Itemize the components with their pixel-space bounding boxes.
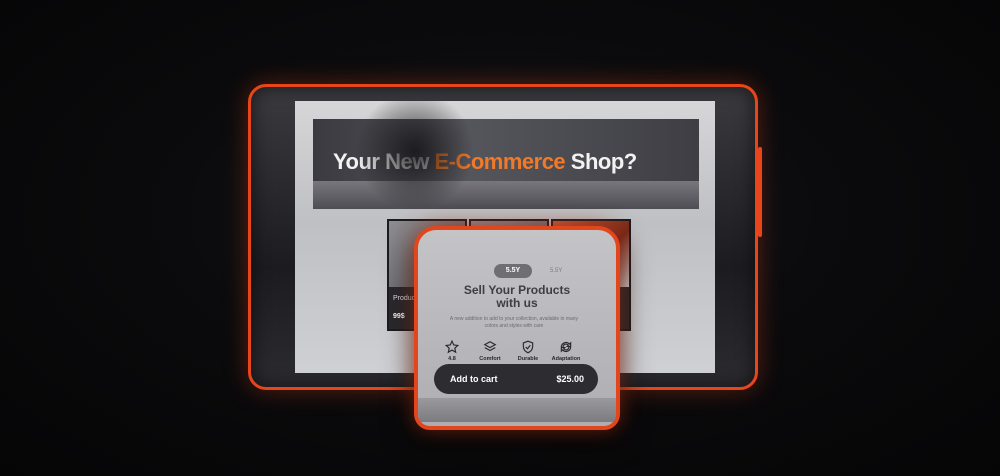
refresh-icon (560, 341, 572, 353)
screen-reflection (355, 101, 475, 211)
size-option[interactable]: 5.5Y (550, 268, 562, 274)
feature-comfort: Comfort (472, 340, 508, 362)
mockup-scene: Your New E-Commerce Shop? Product 1 99$ (0, 0, 1000, 476)
feature-label: Durable (517, 356, 539, 362)
product-price: 99$ (393, 313, 405, 320)
feature-label: Adaptation (551, 356, 581, 362)
layers-icon (483, 341, 497, 352)
size-pill-selected[interactable]: 5.5Y (494, 264, 532, 278)
feature-rating: 4.8 (434, 340, 470, 362)
star-icon (445, 340, 459, 354)
phone-bottom-bezel (418, 398, 616, 422)
add-to-cart-button[interactable]: Add to cart $25.00 (434, 364, 598, 394)
feature-adaptation: Adaptation (548, 340, 584, 362)
phone-title: Sell Your Products with us (418, 284, 616, 310)
shield-icon (522, 340, 534, 354)
hero-title-suffix: Shop? (565, 149, 637, 174)
feature-label: 4.8 (448, 356, 456, 362)
product-description: A new addition to add to your collection… (449, 316, 579, 329)
feature-durable: Durable (510, 340, 546, 362)
phone-device: 5.5Y 5.5Y Sell Your Products with us A n… (414, 226, 620, 430)
cart-price: $25.00 (556, 374, 584, 384)
phone-title-line2: with us (496, 296, 538, 310)
feature-label: Comfort (479, 356, 501, 362)
add-to-cart-label: Add to cart (450, 374, 498, 384)
tablet-side-button (758, 147, 762, 237)
